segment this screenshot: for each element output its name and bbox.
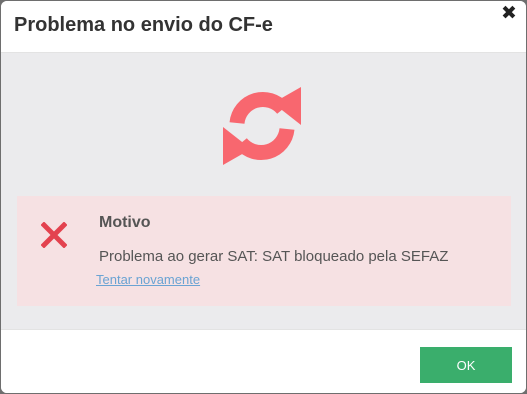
close-icon[interactable]: ✖ [500,3,518,25]
sync-icon [223,87,301,165]
retry-link[interactable]: Tentar novamente [96,272,200,287]
dialog: Problema no envio do CF-e ✖ Motivo Probl… [1,1,526,393]
ok-button[interactable]: OK [420,347,512,383]
alert-message: Problema ao gerar SAT: SAT bloqueado pel… [99,248,449,265]
dialog-header: Problema no envio do CF-e ✖ [1,1,526,53]
dialog-title: Problema no envio do CF-e [14,14,273,36]
error-x-icon [41,222,67,248]
error-alert: Motivo Problema ao gerar SAT: SAT bloque… [17,196,511,306]
alert-title: Motivo [99,214,151,231]
dialog-body: Motivo Problema ao gerar SAT: SAT bloque… [1,53,526,329]
dialog-footer: OK [1,329,526,393]
